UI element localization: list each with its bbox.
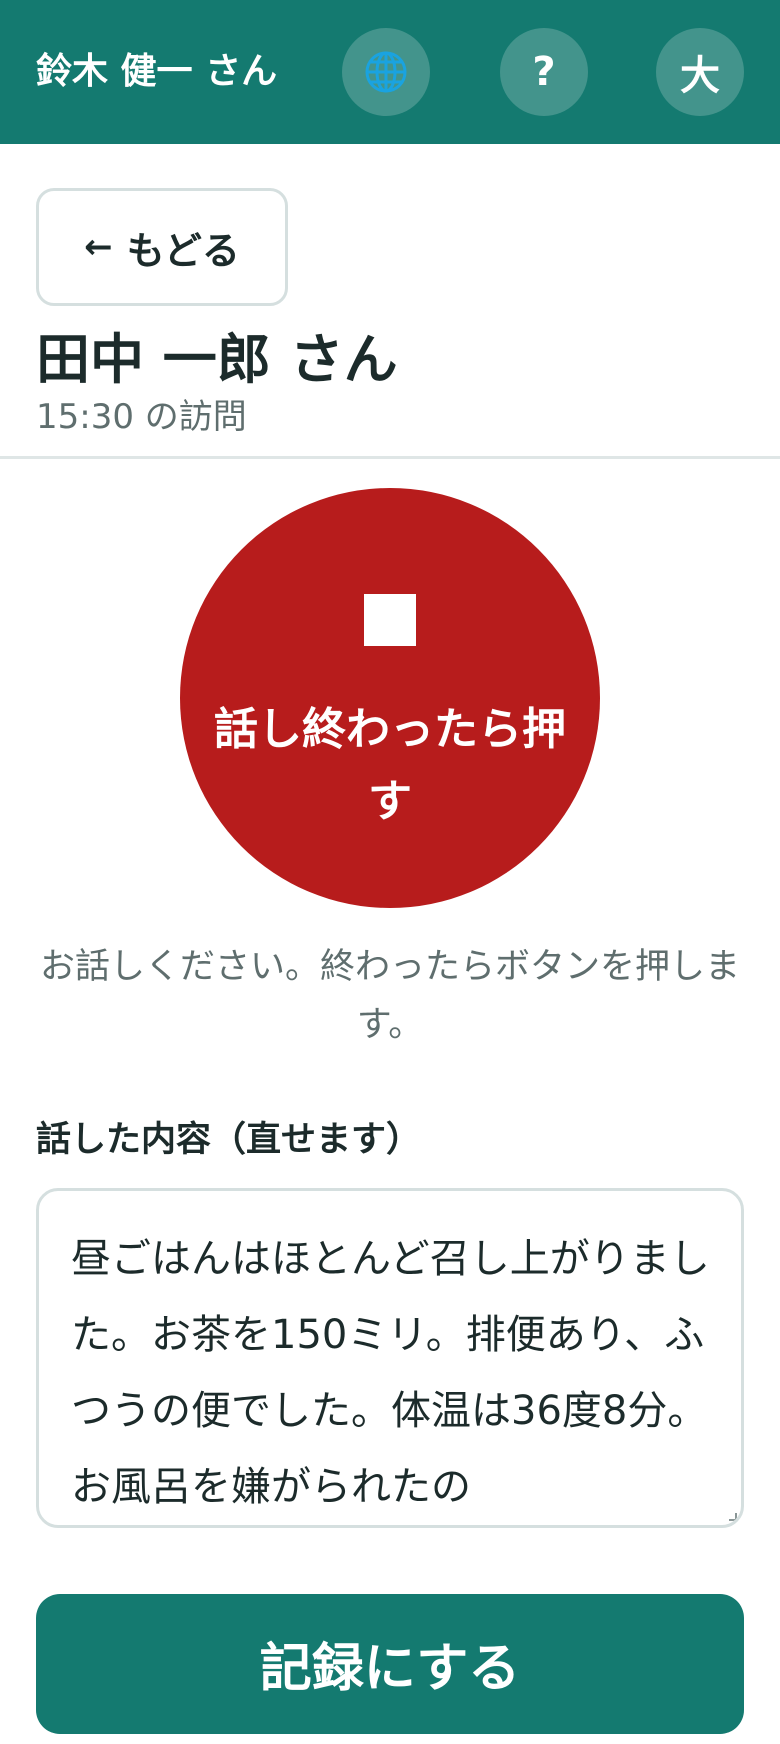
recording-instruction: お話しください。終わったらボタンを押します。 [39, 947, 740, 1045]
stop-square-icon [364, 594, 416, 646]
globe-icon [365, 51, 407, 93]
app-header: 鈴木 健一 さん ? 大 [0, 0, 780, 144]
client-name: 田中 一郎 さん [36, 328, 398, 391]
save-record-button[interactable]: 記録にする [36, 1594, 744, 1734]
divider [0, 456, 780, 459]
back-button[interactable]: ← もどる [36, 188, 288, 306]
transcript-label: 話した内容（直せます） [36, 1120, 422, 1160]
record-button-label: 話し終わったら押す [214, 704, 566, 827]
resize-handle[interactable] [729, 1513, 737, 1521]
help-button[interactable]: ? [500, 28, 588, 116]
back-arrow-icon: ← [84, 227, 113, 267]
stop-recording-button[interactable]: 話し終わったら押す [180, 488, 600, 908]
language-button[interactable] [342, 28, 430, 116]
large-text-button[interactable]: 大 [656, 28, 744, 116]
back-button-label: もどる [126, 228, 240, 273]
transcript-text: 昼ごはんはほとんど召し上がりました。お茶を150ミリ。排便あり、ふつうの便でした… [71, 1236, 710, 1510]
user-name: 鈴木 健一 さん [36, 51, 278, 92]
transcript-textarea[interactable]: 昼ごはんはほとんど召し上がりました。お茶を150ミリ。排便あり、ふつうの便でした… [36, 1188, 744, 1528]
visit-time: 15:30 の訪問 [36, 397, 247, 437]
